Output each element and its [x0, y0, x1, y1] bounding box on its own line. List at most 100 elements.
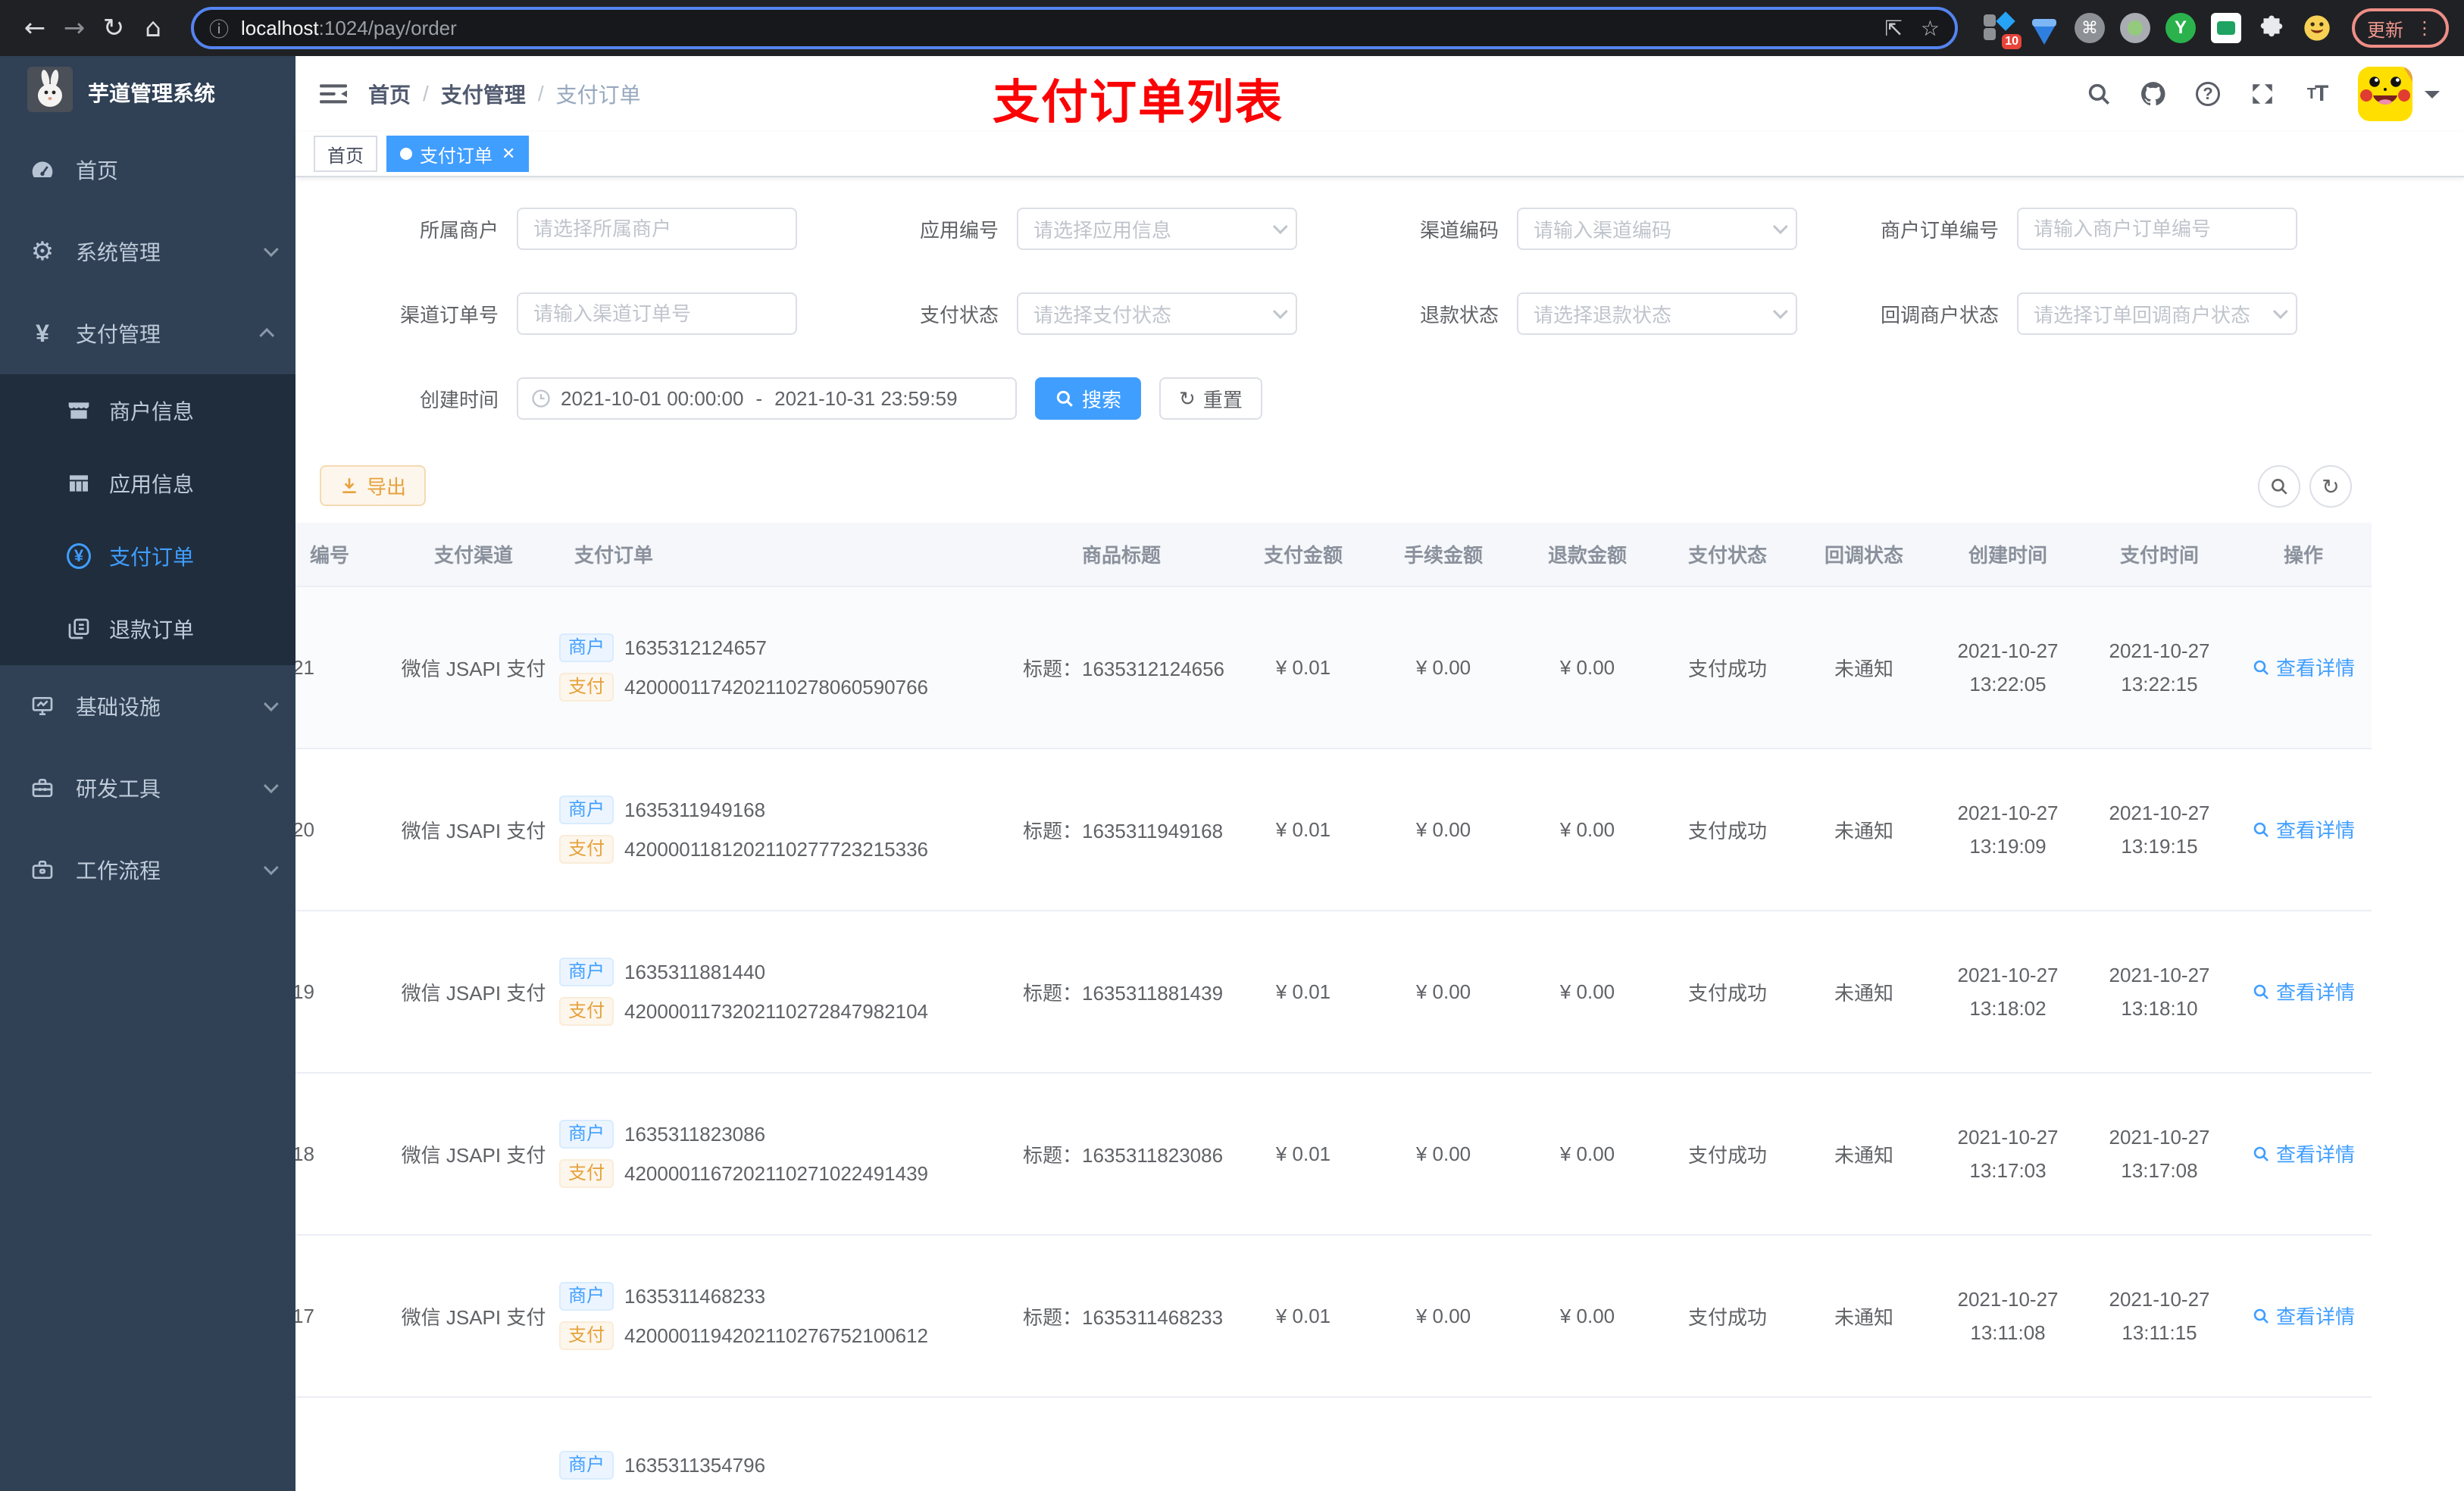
- orders-table-container: 编号 支付渠道 支付订单 商品标题 支付金额 手续金额 退款金额 支付状态 回调…: [295, 523, 2464, 1491]
- yen-circle-icon: ¥: [67, 543, 91, 569]
- merchant-filter-input[interactable]: [517, 208, 797, 250]
- orders-table: 编号 支付渠道 支付订单 商品标题 支付金额 手续金额 退款金额 支付状态 回调…: [295, 523, 2372, 1491]
- help-icon[interactable]: ?: [2185, 71, 2231, 117]
- filter-refund-status: 退款状态 请选择退款状态: [1320, 292, 1820, 335]
- tab-home[interactable]: 首页: [314, 136, 377, 172]
- close-tab-icon[interactable]: ✕: [502, 144, 515, 164]
- sidebar-item-workflow[interactable]: 工作流程: [0, 829, 295, 911]
- refund-status-select[interactable]: 请选择退款状态: [1517, 292, 1797, 335]
- breadcrumb-home[interactable]: 首页: [368, 79, 411, 109]
- toolbox-icon: [30, 776, 55, 800]
- chevron-down-icon: [263, 696, 279, 712]
- view-detail-link[interactable]: 查看详情: [2252, 1139, 2355, 1167]
- callback-status-select[interactable]: 请选择订单回调商户状态: [2017, 292, 2297, 335]
- sidebar-item-app-info[interactable]: 应用信息: [0, 447, 295, 520]
- toggle-search-button[interactable]: [2258, 465, 2300, 508]
- clock-icon: [532, 389, 550, 408]
- table-row: 20 微信 JSAPI 支付 商户1635311949168 支付4200001…: [295, 749, 2372, 911]
- table-row-partial: 商户 1635311354796: [295, 1397, 2372, 1491]
- bookmark-star-icon[interactable]: ☆: [1921, 16, 1940, 41]
- address-bar[interactable]: ⓘ localhost:1024/pay/order ⇱ ☆: [191, 7, 1958, 49]
- refresh-icon: [1179, 387, 1203, 411]
- sidebar-item-system[interactable]: 系统管理: [0, 211, 295, 292]
- collapse-sidebar-icon[interactable]: [320, 82, 347, 106]
- sidebar-item-pay-order[interactable]: ¥ 支付订单: [0, 520, 295, 592]
- create-time-range-picker[interactable]: 2021-10-01 00:00:00 - 2021-10-31 23:59:5…: [517, 377, 1017, 420]
- fullscreen-icon[interactable]: [2240, 71, 2285, 117]
- table-row: 18 微信 JSAPI 支付 商户1635311823086 支付4200001…: [295, 1073, 2372, 1236]
- sidebar-item-infra[interactable]: 基础设施: [0, 665, 295, 747]
- github-icon[interactable]: [2131, 71, 2176, 117]
- extension-tabs-icon[interactable]: 10: [1982, 11, 2022, 49]
- merchant-tag: 商户: [559, 958, 614, 986]
- view-detail-link[interactable]: 查看详情: [2252, 977, 2355, 1005]
- extension-recorder-icon[interactable]: [2118, 11, 2152, 45]
- filter-channel-code: 渠道编码 请输入渠道编码: [1320, 208, 1820, 250]
- chevron-down-icon: [2272, 304, 2288, 320]
- channel-code-select[interactable]: 请输入渠道编码: [1517, 208, 1797, 250]
- search-icon: [2272, 479, 2287, 495]
- breadcrumb-payment[interactable]: 支付管理: [441, 79, 526, 109]
- magnifier-icon: [2253, 1308, 2269, 1324]
- extension-y-icon[interactable]: Y: [2164, 11, 2197, 45]
- view-detail-link[interactable]: 查看详情: [2252, 1302, 2355, 1330]
- gear-icon: [30, 239, 55, 264]
- sidebar-item-dev-tools[interactable]: 研发工具: [0, 747, 295, 829]
- filter-channel-order-no: 渠道订单号: [320, 292, 820, 335]
- browser-update-button[interactable]: 更新 ⋮: [2352, 8, 2449, 48]
- browser-back-icon[interactable]: ←: [15, 8, 55, 48]
- merchant-tag: 商户: [559, 1120, 614, 1149]
- sidebar-item-home[interactable]: 首页: [0, 129, 295, 211]
- reset-button[interactable]: 重置: [1159, 377, 1262, 420]
- filter-callback-status: 回调商户状态 请选择订单回调商户状态: [1820, 292, 2343, 335]
- logo-image: [27, 67, 73, 118]
- filter-pay-status: 支付状态 请选择支付状态: [820, 292, 1320, 335]
- merchant-order-no-input[interactable]: [2017, 208, 2297, 250]
- search-button[interactable]: 搜索: [1035, 377, 1142, 420]
- view-detail-link[interactable]: 查看详情: [2252, 815, 2355, 843]
- dashboard-icon: [30, 158, 55, 182]
- magnifier-icon: [2253, 822, 2269, 837]
- browser-menu-icon[interactable]: ⋮: [2416, 17, 2434, 39]
- extension-badge: 10: [2002, 34, 2022, 49]
- filter-row-3: 创建时间 2021-10-01 00:00:00 - 2021-10-31 23…: [320, 377, 2440, 420]
- font-size-icon[interactable]: TT: [2294, 71, 2340, 117]
- export-button[interactable]: 导出: [320, 465, 427, 506]
- browser-home-icon[interactable]: ⌂: [133, 8, 173, 48]
- app-filter-select[interactable]: 请选择应用信息: [1017, 208, 1297, 250]
- sidebar-item-merchant-info[interactable]: 商户信息: [0, 374, 295, 447]
- pay-status-select[interactable]: 请选择支付状态: [1017, 292, 1297, 335]
- refresh-table-button[interactable]: [2309, 465, 2352, 508]
- yen-icon: [30, 321, 55, 345]
- pay-tag: 支付: [559, 1321, 614, 1350]
- filter-create-time: 创建时间 2021-10-01 00:00:00 - 2021-10-31 23…: [320, 377, 1017, 420]
- chevron-down-icon: [263, 778, 279, 794]
- channel-order-no-input[interactable]: [517, 292, 797, 335]
- merchant-tag: 商户: [559, 796, 614, 824]
- table-row: 21 微信 JSAPI 支付 商户1635312124657 支付4200001…: [295, 586, 2372, 749]
- chevron-down-icon: [1772, 219, 1788, 235]
- view-detail-link[interactable]: 查看详情: [2252, 653, 2355, 681]
- share-icon[interactable]: ⇱: [1884, 16, 1902, 41]
- extension-chat-icon[interactable]: [2209, 11, 2243, 45]
- tab-pay-order[interactable]: 支付订单 ✕: [386, 136, 530, 172]
- site-info-icon[interactable]: ⓘ: [209, 14, 229, 42]
- search-icon: [1056, 390, 1073, 407]
- extensions-puzzle-icon[interactable]: [2255, 11, 2288, 45]
- avatar-caret-icon[interactable]: [2425, 91, 2440, 106]
- profile-avatar-icon[interactable]: [2300, 11, 2334, 45]
- chevron-down-icon: [1272, 304, 1288, 320]
- extension-gem-icon[interactable]: [2028, 11, 2061, 45]
- tags-view: 首页 支付订单 ✕: [295, 132, 2464, 177]
- magnifier-icon: [2253, 1146, 2269, 1161]
- merchant-tag: 商户: [559, 633, 614, 662]
- sidebar-item-refund-order[interactable]: 退款订单: [0, 592, 295, 665]
- user-avatar[interactable]: [2358, 67, 2412, 121]
- browser-reload-icon[interactable]: ↻: [94, 8, 133, 48]
- extension-command-icon[interactable]: ⌘: [2073, 11, 2106, 45]
- pay-tag: 支付: [559, 673, 614, 702]
- sidebar-item-payment[interactable]: 支付管理: [0, 292, 295, 374]
- download-icon: [342, 478, 356, 493]
- search-icon[interactable]: [2076, 71, 2122, 117]
- browser-forward-icon[interactable]: →: [55, 8, 94, 48]
